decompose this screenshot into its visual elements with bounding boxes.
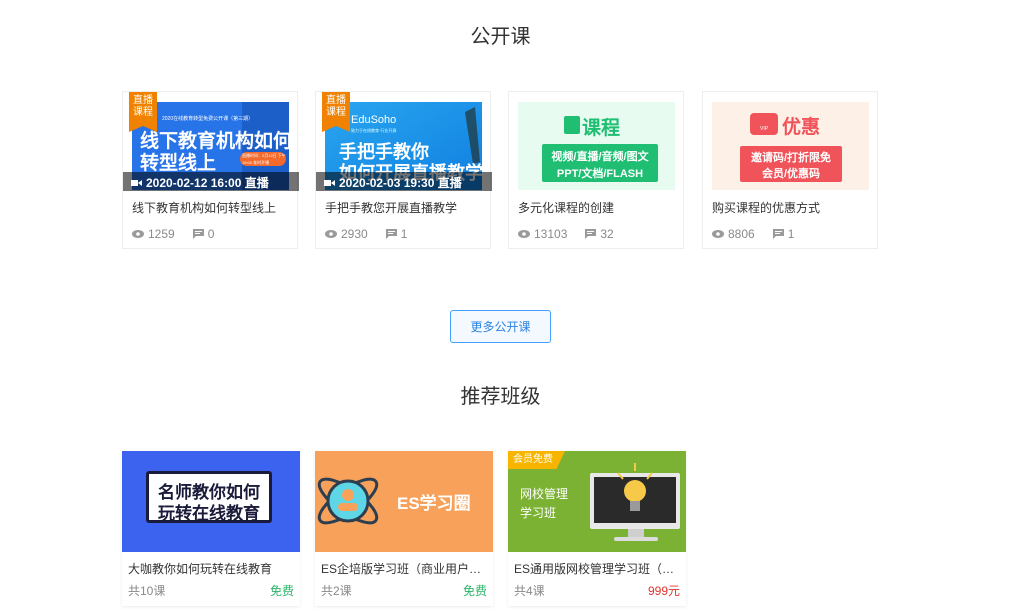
comment-count: 0 — [207, 227, 215, 241]
comment-icon — [585, 229, 597, 239]
banner-small-text: 2020在线教育转型免费公开课（第三期） — [162, 116, 254, 122]
banner-logo: EduSoho — [351, 114, 397, 126]
eye-icon — [325, 230, 337, 238]
view-count: 8806 — [728, 227, 755, 241]
banner-line-1: 网校管理 — [520, 487, 569, 501]
section-title-recommended-classes: 推荐班级 — [460, 386, 541, 408]
course-title[interactable]: 购买课程的优惠方式 — [712, 199, 872, 216]
eye-icon — [518, 230, 530, 238]
comment-icon — [385, 229, 397, 239]
class-thumbnail[interactable]: 名师教你如何 玩转在线教育 — [122, 451, 300, 552]
open-course-card[interactable]: EduSoho 致力于在线教育·行业开源 手把手教你 如何开展直播教学 直播课程… — [315, 91, 492, 249]
section-title-open-courses: 公开课 — [470, 26, 531, 48]
banner-small-text: 致力于在线教育·行业开源 — [351, 128, 397, 133]
banner-heading: 优惠 — [782, 117, 821, 138]
live-time-label: 2020-02-12 16:00 直播 — [131, 174, 269, 191]
lesson-count: 共4课 — [514, 584, 545, 598]
class-price: 999元 — [647, 584, 680, 598]
class-card[interactable]: 网校管理 学习班 会员免费 ES通用版网校管理学习班（… 共4课 999元 — [508, 451, 686, 606]
course-thumbnail[interactable]: 课程 视频/直播/音频/图文 PPT/文档/FLASH — [518, 102, 675, 190]
live-course-badge: 直播 课程 — [129, 92, 157, 132]
eye-icon — [132, 230, 144, 238]
banner-line-1: 邀请码/打折限免 — [750, 152, 832, 164]
view-count: 1259 — [148, 227, 175, 241]
open-course-card[interactable]: 2020在线教育转型免费公开课（第三期） 线下教育机构如何 转型线上 直播时间：… — [122, 91, 299, 249]
lesson-count: 共2课 — [321, 584, 352, 598]
course-title[interactable]: 手把手教您开展直播教学 — [325, 199, 485, 216]
member-free-badge: 会员免费 — [508, 451, 565, 469]
course-meta: 1259 0 — [132, 227, 214, 241]
banner-text: ES学习圈 — [397, 494, 471, 513]
eye-icon — [712, 230, 724, 238]
course-meta: 2930 1 — [325, 227, 407, 241]
lesson-count: 共10课 — [128, 584, 166, 598]
banner-line-2: 转型线上 — [140, 153, 217, 174]
banner-line-2: PPT/文档/FLASH — [556, 168, 644, 180]
class-title[interactable]: 大咖教你如何玩转在线教育 — [128, 560, 294, 577]
banner-line-1: 视频/直播/音频/图文 — [551, 151, 649, 163]
course-meta: 8806 1 — [712, 227, 794, 241]
banner-heading: 课程 — [582, 118, 621, 139]
comment-count: 32 — [600, 227, 614, 241]
class-price: 免费 — [269, 584, 294, 598]
class-thumbnail[interactable]: 网校管理 学习班 会员免费 — [508, 451, 686, 552]
book-icon — [564, 116, 580, 134]
class-card[interactable]: ES学习圈 ES企培版学习班（商业用户… 共2课 免费 — [315, 451, 493, 606]
class-title[interactable]: ES通用版网校管理学习班（… — [514, 560, 680, 577]
comment-count: 1 — [400, 227, 408, 241]
comment-count: 1 — [787, 227, 795, 241]
open-course-card[interactable]: VIP 优惠 邀请码/打折限免 会员/优惠码 购买课程的优惠方式 8806 1 — [702, 91, 878, 249]
banner-pill-text: 直播时间：2月12日 下午 16:00 准时开播 — [242, 153, 286, 165]
banner-line-2: 会员/优惠码 — [761, 168, 821, 180]
comment-icon — [192, 229, 204, 239]
view-count: 13103 — [534, 227, 568, 241]
course-thumbnail[interactable]: VIP 优惠 邀请码/打折限免 会员/优惠码 — [712, 102, 869, 190]
class-card[interactable]: 名师教你如何 玩转在线教育 大咖教你如何玩转在线教育 共10课 免费 — [122, 451, 300, 606]
comment-icon — [772, 229, 784, 239]
class-title[interactable]: ES企培版学习班（商业用户… — [321, 560, 487, 577]
live-course-badge: 直播 课程 — [322, 92, 350, 132]
open-course-card[interactable]: 课程 视频/直播/音频/图文 PPT/文档/FLASH 多元化课程的创建 131… — [508, 91, 684, 249]
banner-line-2: 玩转在线教育 — [158, 504, 260, 523]
video-camera-icon — [324, 179, 335, 186]
more-open-courses-button[interactable]: 更多公开课 — [450, 310, 551, 343]
course-title[interactable]: 线下教育机构如何转型线上 — [132, 199, 292, 216]
banner-tag: VIP — [760, 126, 769, 132]
course-title[interactable]: 多元化课程的创建 — [518, 199, 678, 216]
class-price: 免费 — [462, 584, 487, 598]
banner-line-2: 学习班 — [520, 506, 557, 520]
video-camera-icon — [131, 179, 142, 186]
class-thumbnail[interactable]: ES学习圈 — [315, 451, 493, 552]
course-meta: 13103 32 — [518, 227, 614, 241]
view-count: 2930 — [341, 227, 368, 241]
live-time-label: 2020-02-03 19:30 直播 — [324, 174, 462, 191]
